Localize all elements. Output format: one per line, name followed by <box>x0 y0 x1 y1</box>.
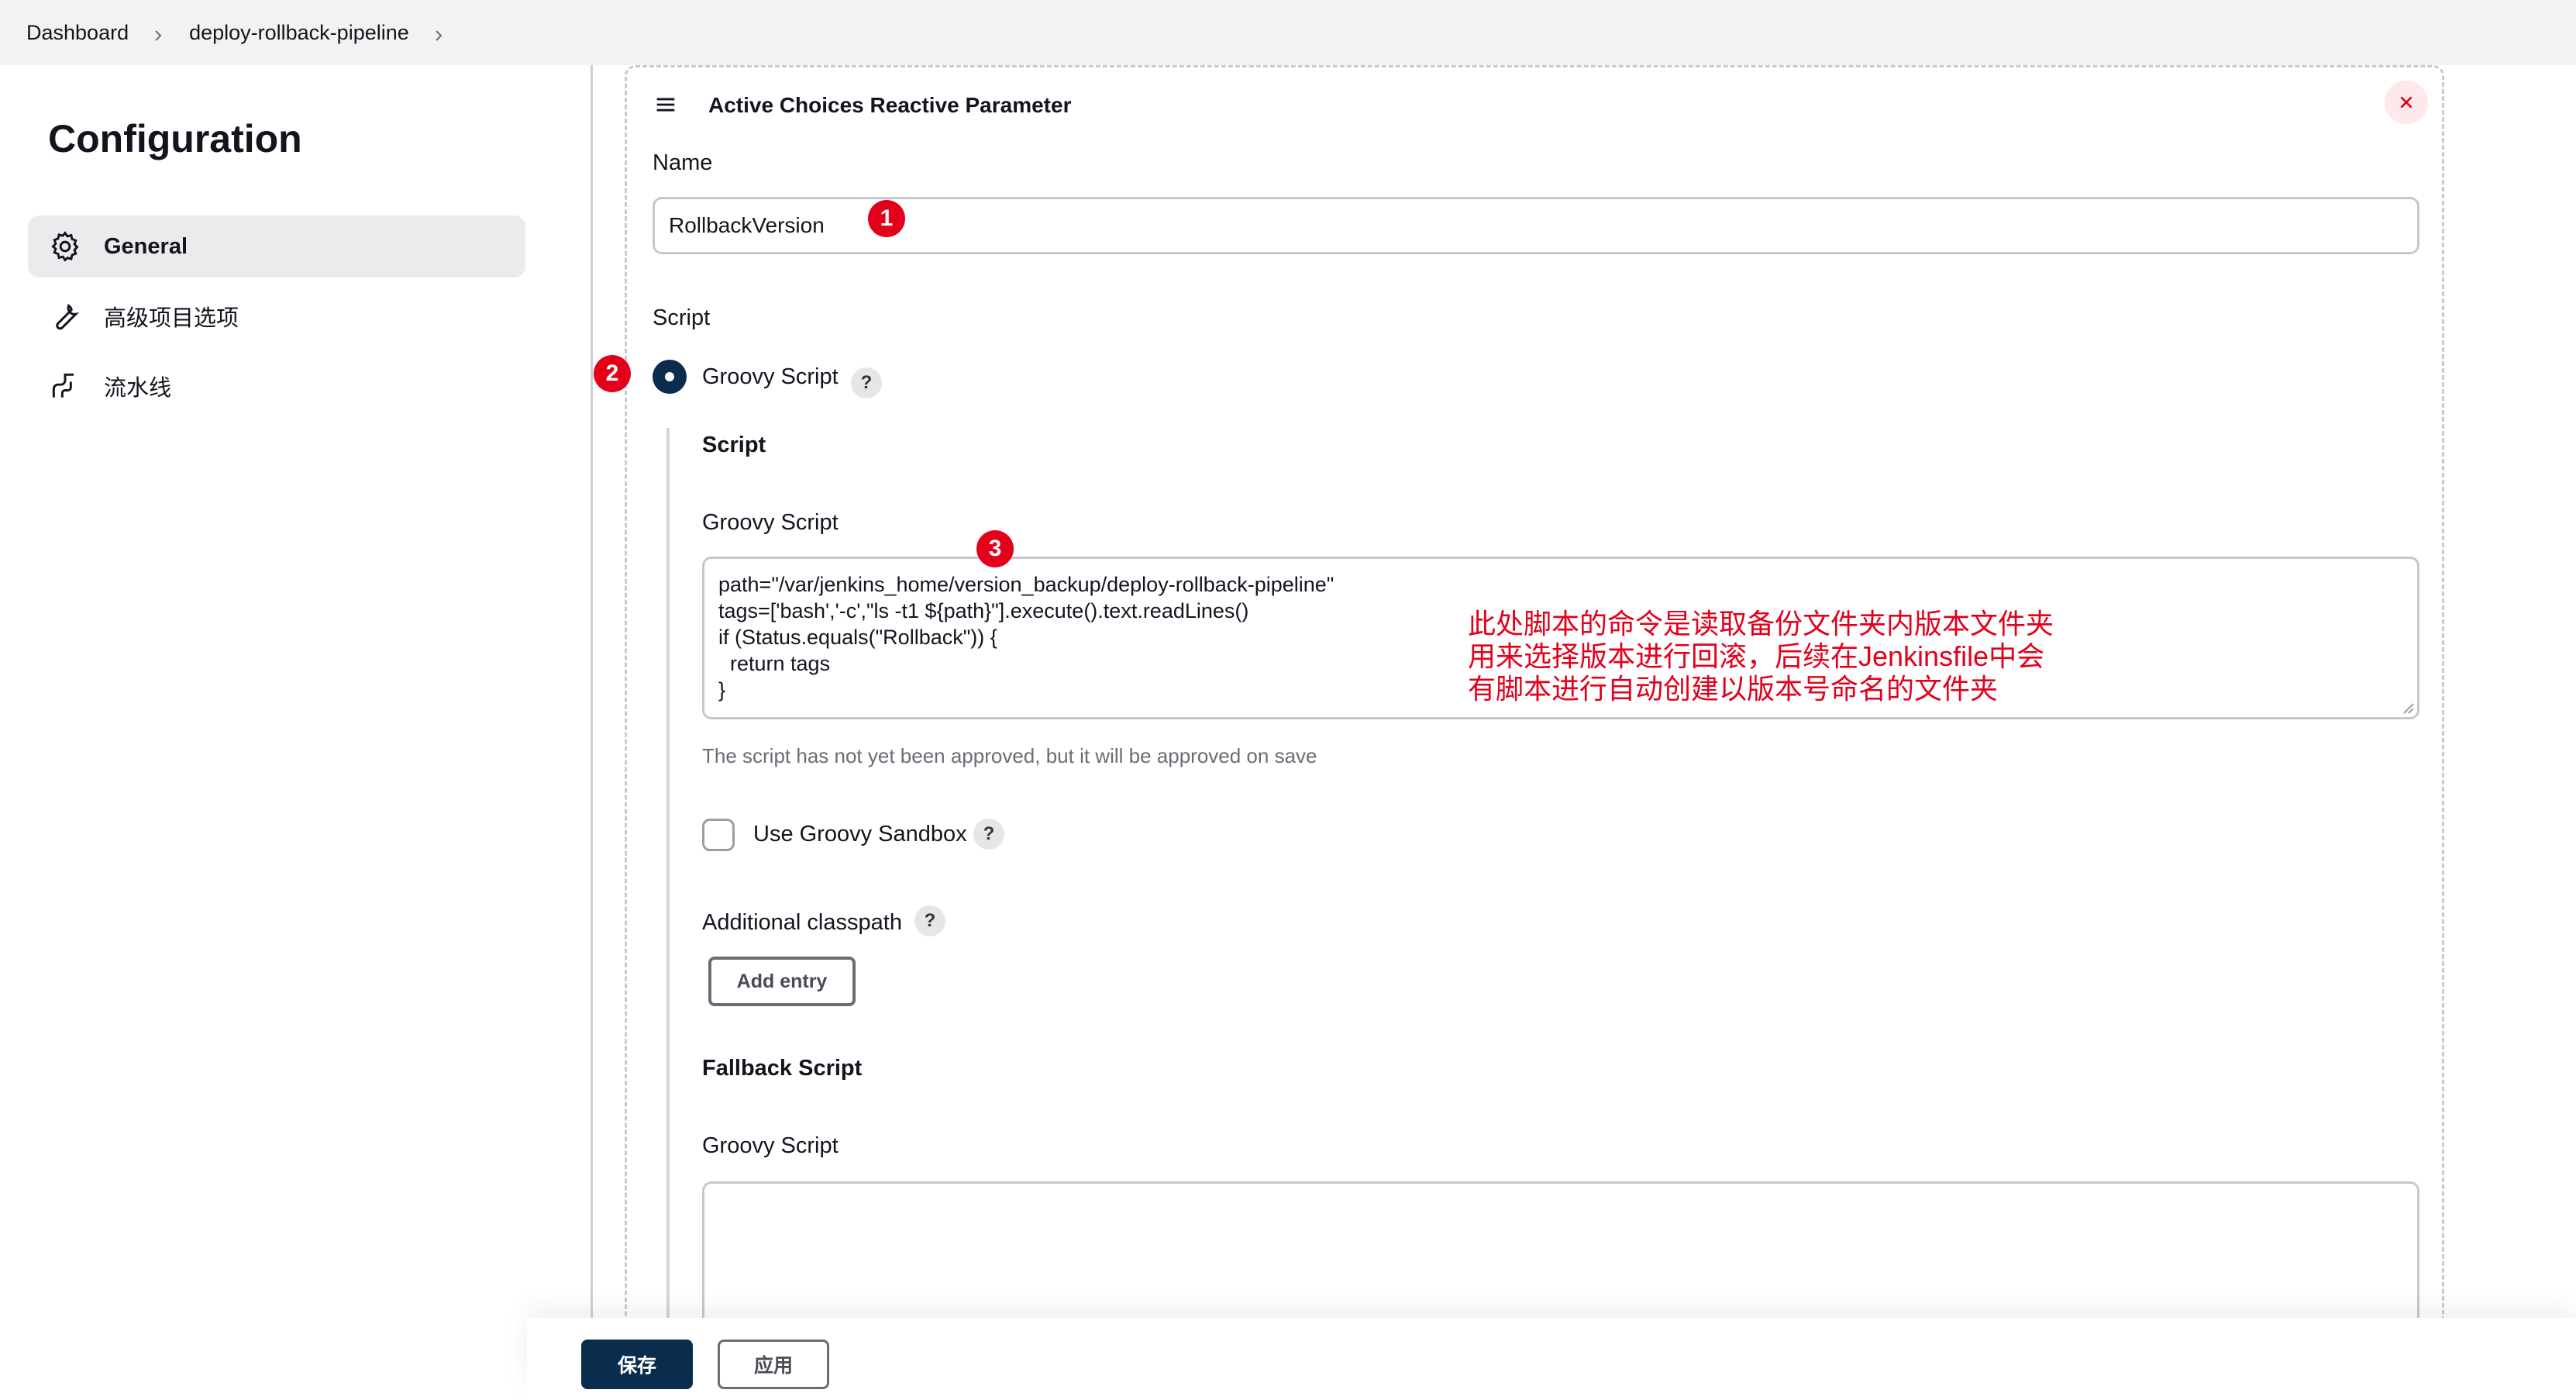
footer-bar <box>527 1318 2576 1400</box>
sidebar-item-label: 流水线 <box>104 376 172 401</box>
fallback-groovy-script-label: Groovy Script <box>702 1133 839 1158</box>
wrench-icon <box>56 304 80 330</box>
sidebar-item-advanced[interactable]: 高级项目选项 <box>28 285 525 347</box>
pipeline-icon <box>52 373 74 398</box>
drag-handle-icon[interactable] <box>653 91 679 122</box>
breadcrumb-item-dashboard[interactable]: Dashboard <box>26 21 129 45</box>
page-title: Configuration <box>48 117 302 160</box>
parameter-type-title: Active Choices Reactive Parameter <box>708 93 1072 117</box>
groovy-script-label: Groovy Script <box>702 510 839 535</box>
help-icon[interactable]: ? <box>851 367 882 398</box>
chevron-right-icon[interactable] <box>431 25 446 41</box>
sidebar-item-label: General <box>104 233 188 259</box>
save-button[interactable]: 保存 <box>581 1340 693 1389</box>
breadcrumb-item-job[interactable]: deploy-rollback-pipeline <box>189 21 409 45</box>
script-label: Script <box>653 305 711 330</box>
use-groovy-sandbox-checkbox[interactable] <box>702 819 735 851</box>
fallback-script-textarea[interactable] <box>702 1181 2419 1336</box>
groovy-script-radio[interactable] <box>653 360 687 394</box>
groovy-script-radio-label[interactable]: Groovy Script <box>702 364 839 390</box>
resize-handle-icon[interactable] <box>2401 701 2415 715</box>
annotation-note: 此处脚本的命令是读取备份文件夹内版本文件夹 用来选择版本进行回滚，后续在Jenk… <box>1468 608 2054 705</box>
name-field[interactable]: RollbackVersion <box>653 197 2419 254</box>
sidebar-item-general[interactable]: General <box>28 216 525 278</box>
add-entry-button[interactable]: Add entry <box>708 957 856 1006</box>
breadcrumb: Dashboard deploy-rollback-pipeline <box>0 0 2576 65</box>
close-icon <box>2400 96 2412 109</box>
sidebar-item-pipeline[interactable]: 流水线 <box>28 355 525 417</box>
script-section-title: Script <box>702 433 766 457</box>
help-icon[interactable]: ? <box>973 819 1004 850</box>
additional-classpath-label: Additional classpath <box>702 910 902 935</box>
fallback-script-title: Fallback Script <box>702 1056 863 1081</box>
nested-section-line <box>666 428 670 1327</box>
annotation-marker: 2 <box>594 355 631 392</box>
name-label: Name <box>653 150 713 175</box>
annotation-marker: 3 <box>976 530 1014 567</box>
section-divider <box>591 65 593 1318</box>
annotation-marker: 1 <box>868 200 905 237</box>
use-groovy-sandbox-label[interactable]: Use Groovy Sandbox <box>753 822 967 847</box>
help-icon[interactable]: ? <box>914 905 945 936</box>
gear-icon <box>51 231 79 262</box>
sidebar: Configuration General 高级项目选项 流水线 <box>0 65 591 1400</box>
remove-parameter-button[interactable] <box>2385 81 2428 124</box>
chevron-right-icon[interactable] <box>150 25 166 41</box>
sidebar-item-label: 高级项目选项 <box>104 306 239 331</box>
apply-button[interactable]: 应用 <box>718 1340 829 1389</box>
approval-hint: The script has not yet been approved, bu… <box>702 744 1317 767</box>
